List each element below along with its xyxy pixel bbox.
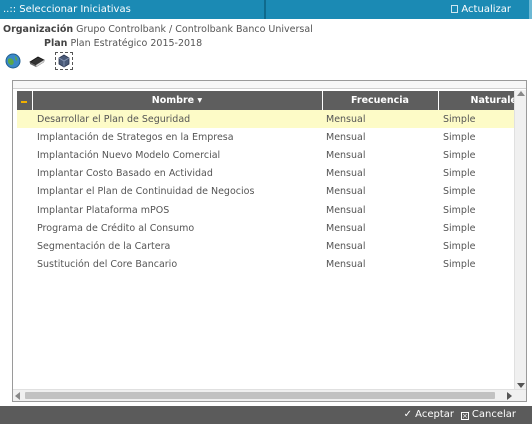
- accept-button[interactable]: ✓ Aceptar: [404, 409, 454, 420]
- row-selector[interactable]: [17, 219, 32, 237]
- window-titlebar: ..:: Seleccionar Iniciativas Actualizar: [0, 0, 532, 19]
- check-icon: ✓: [403, 409, 412, 420]
- refresh-button[interactable]: Actualizar: [451, 4, 511, 15]
- cell-frequency: Mensual: [326, 240, 366, 252]
- cancel-label: Cancelar: [471, 409, 516, 420]
- cell-nature: Simple: [438, 110, 515, 129]
- cell-nature: Simple: [443, 259, 476, 271]
- globe-icon[interactable]: [4, 52, 22, 70]
- column-header-frequency[interactable]: Frecuencia: [322, 91, 439, 110]
- cell-frequency: Mensual: [326, 149, 366, 161]
- row-selector[interactable]: [17, 165, 32, 183]
- cell-nature: Simple: [443, 222, 476, 234]
- scroll-up-arrow-icon[interactable]: [517, 91, 525, 96]
- grid-corner-header[interactable]: [17, 91, 33, 110]
- cell-nature: Simple: [443, 168, 476, 180]
- plan-label: Plan: [44, 38, 68, 49]
- row-selector[interactable]: [17, 237, 32, 255]
- table-row[interactable]: Implantación Nuevo Modelo Comercial Mensu…: [17, 146, 515, 164]
- table-row[interactable]: Implantar Costo Basado en Actividad Mensu…: [17, 165, 515, 183]
- cell-nature: Simple: [443, 204, 476, 216]
- scroll-down-arrow-icon[interactable]: [517, 383, 525, 388]
- table-row[interactable]: Desarrollar el Plan de Seguridad Mensual S…: [17, 110, 515, 129]
- cell-frequency: Mensual: [326, 186, 366, 198]
- cell-name: Implantar Plataforma mPOS: [37, 204, 170, 216]
- cell-frequency: Mensual: [326, 259, 366, 271]
- plan-value: Plan Estratégico 2015-2018: [70, 38, 203, 49]
- refresh-label: Actualizar: [461, 4, 511, 15]
- scroll-right-arrow-icon[interactable]: [507, 392, 512, 400]
- row-selector[interactable]: [17, 201, 32, 219]
- cell-nature: Simple: [443, 186, 476, 198]
- refresh-icon: [451, 5, 459, 13]
- dialog-footer: ✓ Aceptar × Cancelar: [0, 406, 532, 424]
- table-row[interactable]: Implantar el Plan de Continuidad de Nego…: [17, 183, 515, 201]
- table-row[interactable]: Sustitución del Core Bancario Mensual Simp…: [17, 256, 515, 274]
- cancel-button[interactable]: × Cancelar: [460, 409, 516, 420]
- cell-frequency: Mensual: [326, 222, 366, 234]
- cell-nature: Simple: [443, 149, 476, 161]
- titlebar-divider: [264, 0, 266, 19]
- cell-nature: Simple: [443, 131, 476, 143]
- plan-row: Plan Plan Estratégico 2015-2018: [44, 38, 202, 49]
- cell-frequency: Mensual: [326, 131, 366, 143]
- row-selector[interactable]: [17, 128, 32, 146]
- organization-value: Grupo Controlbank / Controlbank Banco Un…: [76, 24, 313, 35]
- table-row[interactable]: Programa de Crédito al Consumo Mensual Sim…: [17, 219, 515, 237]
- initiatives-grid: Nombre ▾ Frecuencia Naturaleza Desarroll…: [17, 91, 516, 274]
- initiatives-panel: Nombre ▾ Frecuencia Naturaleza Desarroll…: [12, 80, 527, 402]
- table-row[interactable]: Implantación de Strategos en la Empresa M…: [17, 128, 515, 146]
- scroll-left-arrow-icon[interactable]: [15, 392, 20, 400]
- accept-label: Aceptar: [415, 409, 454, 420]
- close-icon: ×: [460, 412, 469, 420]
- book-icon[interactable]: [28, 52, 46, 70]
- cell-name: Implantar el Plan de Continuidad de Nego…: [37, 186, 255, 198]
- horizontal-scrollbar[interactable]: [13, 389, 526, 401]
- cell-name: Implantación de Strategos en la Empresa: [37, 131, 234, 143]
- column-header-nature[interactable]: Naturaleza: [438, 91, 516, 110]
- panel-top-strip: [13, 81, 526, 89]
- organization-label: Organización: [3, 24, 74, 35]
- organization-row: Organización Grupo Controlbank / Control…: [3, 24, 313, 35]
- cell-name: Desarrollar el Plan de Seguridad: [32, 110, 322, 129]
- row-selector[interactable]: [17, 146, 32, 164]
- cell-frequency: Mensual: [326, 168, 366, 180]
- row-selector[interactable]: [17, 183, 32, 201]
- cube-icon[interactable]: [55, 52, 73, 70]
- row-selector[interactable]: [17, 110, 32, 129]
- column-chooser-icon: [21, 101, 28, 103]
- table-row[interactable]: Implantar Plataforma mPOS Mensual Simple: [17, 201, 515, 219]
- cell-frequency: Mensual: [322, 110, 438, 129]
- window-title: ..:: Seleccionar Iniciativas: [3, 4, 131, 15]
- cell-name: Implantar Costo Basado en Actividad: [37, 168, 213, 180]
- cell-name: Segmentación de la Cartera: [37, 240, 171, 252]
- vertical-scrollbar[interactable]: [514, 90, 526, 390]
- cell-frequency: Mensual: [326, 204, 366, 216]
- cell-name: Implantación Nuevo Modelo Comercial: [37, 149, 221, 161]
- column-header-name[interactable]: Nombre ▾: [32, 91, 323, 110]
- horizontal-scroll-thumb[interactable]: [25, 392, 495, 399]
- table-row[interactable]: Segmentación de la Cartera Mensual Simple: [17, 237, 515, 255]
- cell-name: Programa de Crédito al Consumo: [37, 222, 195, 234]
- cell-name: Sustitución del Core Bancario: [37, 259, 178, 271]
- grid-body: Desarrollar el Plan de Seguridad Mensual S…: [17, 110, 515, 274]
- cell-nature: Simple: [443, 240, 476, 252]
- row-selector[interactable]: [17, 256, 32, 274]
